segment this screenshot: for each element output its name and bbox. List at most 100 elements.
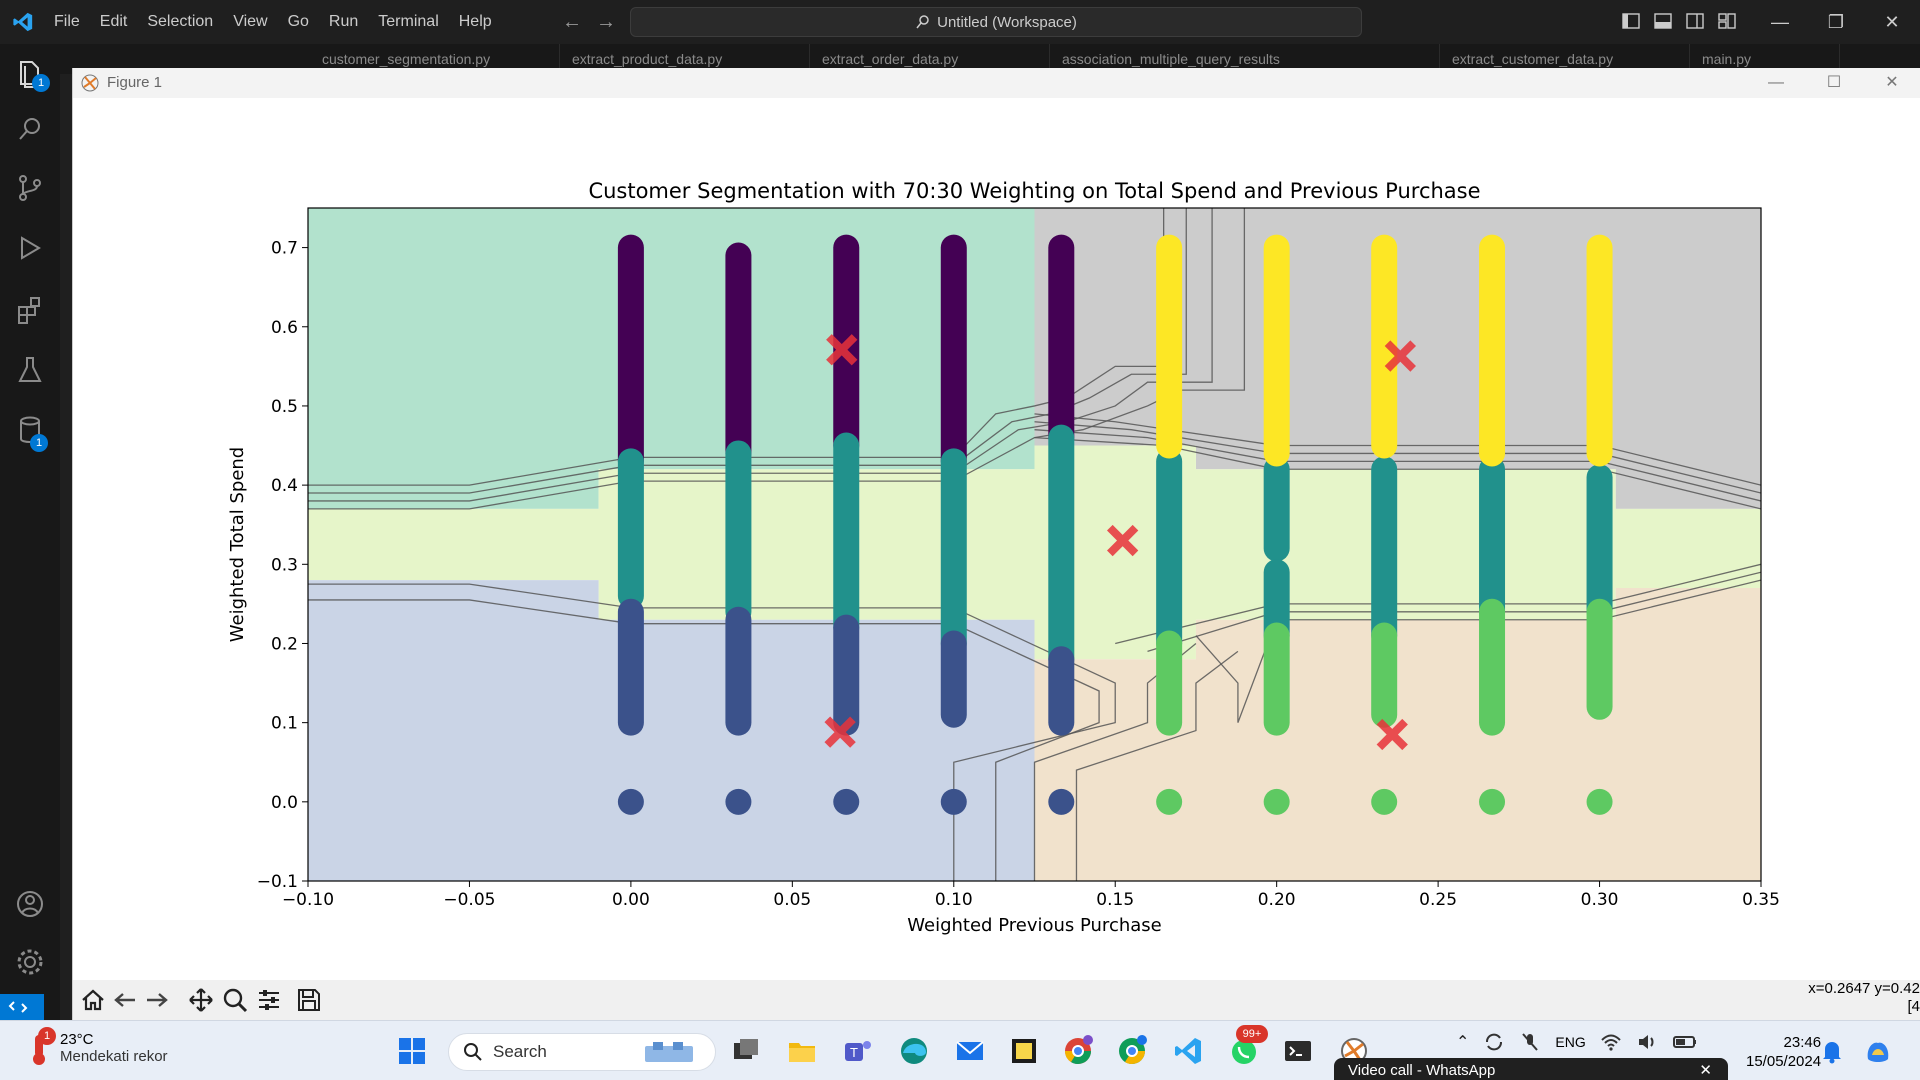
copilot-icon[interactable] [1862,1035,1894,1067]
forward-arrow-icon[interactable] [143,986,171,1014]
home-icon[interactable] [79,986,107,1014]
x-tick-label: −0.05 [443,890,495,910]
run-debug-icon[interactable] [12,230,48,266]
menu-edit[interactable]: Edit [90,0,138,44]
file-explorer-icon[interactable] [786,1035,818,1067]
maximize-icon[interactable]: ☐ [1805,68,1863,98]
cluster-3-point-4 [1586,788,1613,815]
account-icon[interactable] [12,886,48,922]
search-placeholder: Search [493,1042,547,1061]
chevron-up-icon[interactable]: ⌃ [1456,1032,1469,1052]
explorer-badge: 1 [32,74,50,92]
toast-text: Video call - WhatsApp [1348,1062,1496,1079]
back-arrow-icon[interactable] [111,986,139,1014]
figure-title: Figure 1 [107,74,163,91]
minimize-icon[interactable]: — [1747,68,1805,98]
teams-icon[interactable]: T [842,1035,874,1067]
taskbar-search[interactable]: Search [448,1033,716,1071]
scatter-plot[interactable]: −0.10 −0.05 0.00 0.05 0.10 0.15 0.20 0.25 0.30 0.… [73,98,1920,980]
terminal-icon[interactable] [1282,1035,1314,1067]
system-tray: ⌃ ENG [1456,1031,1698,1053]
minimize-icon[interactable]: — [1752,0,1808,44]
x-tick-label: 0.35 [1742,890,1780,910]
edge-browser-icon[interactable] [898,1035,930,1067]
window-controls: — ❐ ✕ [1752,0,1920,44]
close-icon[interactable]: ✕ [1699,1058,1712,1080]
pan-icon[interactable] [187,986,215,1014]
sync-icon[interactable] [1483,1031,1505,1053]
volume-icon[interactable] [1636,1031,1658,1053]
menu-terminal[interactable]: Terminal [368,0,448,44]
customize-layout-icon[interactable] [1716,10,1738,32]
toggle-panel-icon[interactable] [1652,10,1674,32]
search-icon [464,1043,482,1061]
configure-subplots-icon[interactable] [255,986,283,1014]
windows-start-icon[interactable] [396,1035,428,1067]
weather-widget[interactable]: 23°C Mendekati rekor 1 [28,1027,168,1067]
battery-icon[interactable] [1672,1031,1698,1053]
menu-help[interactable]: Help [449,0,502,44]
sticky-notes-icon[interactable] [1008,1035,1040,1067]
menu-selection[interactable]: Selection [137,0,223,44]
forward-arrow-icon[interactable]: → [594,10,618,34]
toggle-secondary-sidebar-icon[interactable] [1684,10,1706,32]
weather-description: Mendekati rekor [60,1048,168,1065]
x-tick-label: 0.30 [1581,890,1619,910]
remote-indicator[interactable] [0,994,44,1020]
chrome-profile-icon[interactable] [1062,1035,1094,1067]
back-arrow-icon[interactable]: ← [560,10,584,34]
x-tick-label: 0.20 [1258,890,1296,910]
command-center[interactable]: Untitled (Workspace) [630,7,1362,37]
language-indicator[interactable]: ENG [1555,1034,1585,1050]
cluster-3-point-0 [1156,788,1183,815]
menu-file[interactable]: File [44,0,90,44]
menu-view[interactable]: View [223,0,277,44]
database-badge: 1 [30,434,48,452]
restore-icon[interactable]: ❐ [1808,0,1864,44]
vscode-taskbar-icon[interactable] [1172,1035,1204,1067]
chrome-profile-2-icon[interactable] [1116,1035,1148,1067]
manage-gear-icon[interactable] [12,944,48,980]
close-icon[interactable]: ✕ [1863,68,1920,98]
wifi-icon[interactable] [1600,1031,1622,1053]
save-figure-icon[interactable] [295,986,323,1014]
zoom-icon[interactable] [221,986,249,1014]
plot-area [308,208,1761,881]
y-tick-label: 0.6 [271,318,298,338]
extensions-icon[interactable] [12,292,48,328]
toggle-primary-sidebar-icon[interactable] [1620,10,1642,32]
decision-region-3 [308,580,1035,881]
menu-run[interactable]: Run [319,0,368,44]
system-clock[interactable]: 23:46 15/05/2024 [1746,1033,1821,1071]
layout-controls [1620,10,1738,32]
whatsapp-call-toast[interactable]: Video call - WhatsApp ✕ [1334,1058,1728,1080]
y-tick-label: 0.7 [271,239,298,259]
testing-flask-icon[interactable] [12,352,48,388]
desktop: File Edit Selection View Go Run Terminal… [0,0,1920,1080]
vscode-logo-icon [13,12,33,32]
y-tick-label: 0.1 [271,714,298,734]
y-tick-label: 0.0 [271,793,298,813]
source-control-icon[interactable] [12,170,48,206]
menu-go[interactable]: Go [278,0,319,44]
y-tick-label: 0.3 [271,555,298,575]
x-tick-label: 0.00 [612,890,650,910]
notification-bell-icon[interactable] [1818,1037,1846,1065]
figure-titlebar: Figure 1 — ☐ ✕ [73,68,1920,98]
mail-icon[interactable] [954,1035,986,1067]
cluster-3-point-1 [1263,788,1290,815]
cluster-3-point-2 [1371,788,1398,815]
matplotlib-toolbar [73,980,1920,1020]
menu-bar: File Edit Selection View Go Run Terminal… [44,0,502,44]
cursor-coordinates: x=0.2647 y=0.42 [4 [1808,980,1920,1015]
task-view-icon[interactable] [730,1035,762,1067]
weather-temperature: 23°C [60,1031,94,1048]
close-icon[interactable]: ✕ [1864,0,1920,44]
mic-muted-icon[interactable] [1519,1031,1541,1053]
cluster-2-point-4 [1048,788,1075,815]
whatsapp-badge: 99+ [1236,1025,1268,1043]
matplotlib-logo-icon [81,74,99,92]
x-tick-label: 0.15 [1096,890,1134,910]
x-tick-label: 0.25 [1419,890,1457,910]
search-icon[interactable] [12,112,48,148]
